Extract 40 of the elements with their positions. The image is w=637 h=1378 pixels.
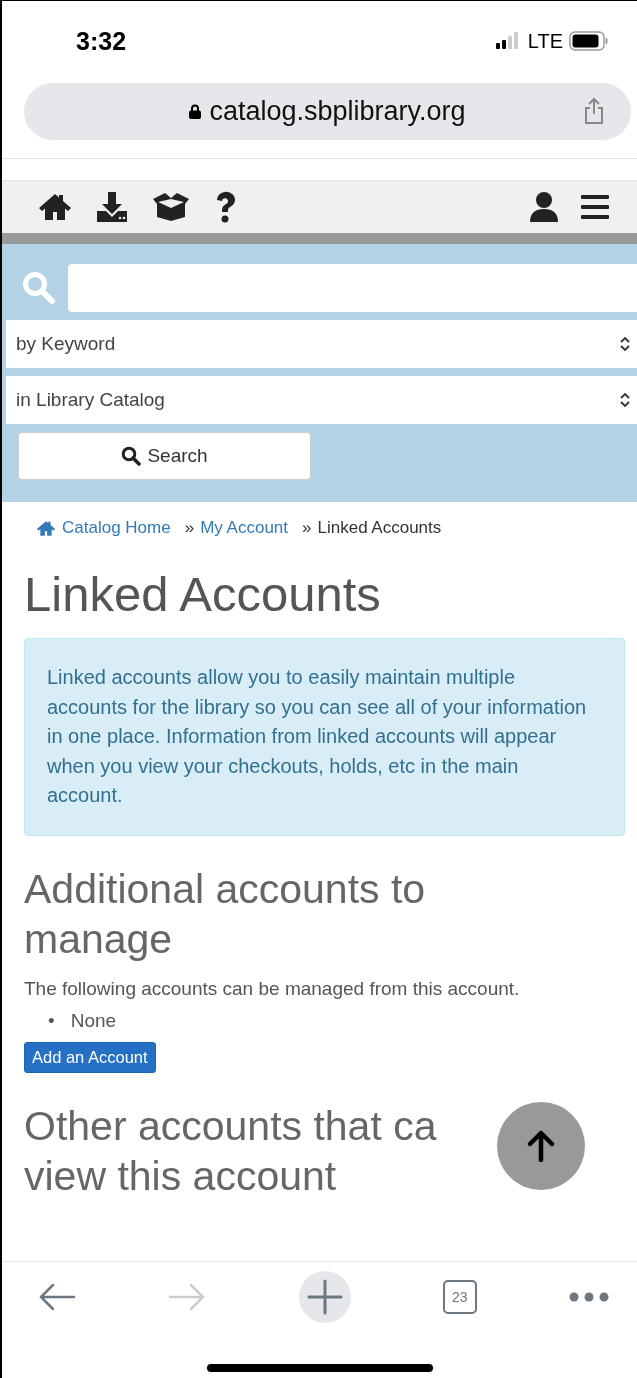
search-type-select[interactable]: by Keyword (6, 320, 637, 368)
breadcrumb-current: Linked Accounts (317, 518, 442, 538)
chevron-updown-icon (619, 336, 631, 352)
status-time: 3:32 (76, 26, 127, 56)
search-button[interactable]: Search (18, 432, 311, 480)
breadcrumb-link[interactable]: Catalog Home (62, 518, 171, 538)
breadcrumb-separator: » (184, 518, 195, 538)
menu-icon[interactable] (581, 194, 609, 220)
chevron-updown-icon (619, 392, 631, 408)
list-bullet: • (48, 1009, 55, 1032)
search-scope-select[interactable]: in Library Catalog (6, 376, 637, 424)
help-icon[interactable] (214, 191, 238, 223)
page-title: Linked Accounts (24, 566, 382, 622)
network-label: LTE (527, 29, 563, 53)
add-account-button[interactable]: Add an Account (24, 1041, 156, 1073)
search-field[interactable] (68, 264, 637, 312)
home-icon (36, 519, 56, 537)
address-bar[interactable]: catalog.sbplibrary.org (24, 83, 631, 140)
section-heading: Additional accounts to manage (24, 864, 426, 964)
plus-icon (306, 1279, 343, 1315)
home-icon[interactable] (38, 192, 72, 222)
battery-icon (569, 31, 609, 51)
section-heading: Other accounts that ca view this account (24, 1101, 437, 1201)
user-icon[interactable] (529, 191, 559, 223)
arrow-up-icon (527, 1130, 555, 1162)
url-text: catalog.sbplibrary.org (209, 96, 466, 127)
search-icon (121, 446, 142, 466)
lock-icon (189, 104, 202, 119)
share-icon[interactable] (583, 97, 605, 125)
section-description: The following accounts can be managed from this account. (24, 977, 521, 1000)
list-item: None (70, 1009, 117, 1032)
more-icon[interactable] (569, 1292, 609, 1302)
tab-count-button[interactable]: 23 (442, 1280, 477, 1314)
breadcrumb-link[interactable]: My Account (200, 518, 288, 538)
download-icon[interactable] (96, 191, 128, 223)
info-alert: Linked accounts allow you to easily maintain multiple accounts for the library so you can see all of your information in one place. Information from linked accounts will appear when you view your checkouts, holds, etc in the main account. (24, 638, 625, 836)
search-icon (22, 271, 56, 305)
breadcrumb-separator: » (302, 518, 312, 538)
box-icon[interactable] (152, 192, 190, 222)
back-arrow-icon[interactable] (38, 1282, 76, 1312)
